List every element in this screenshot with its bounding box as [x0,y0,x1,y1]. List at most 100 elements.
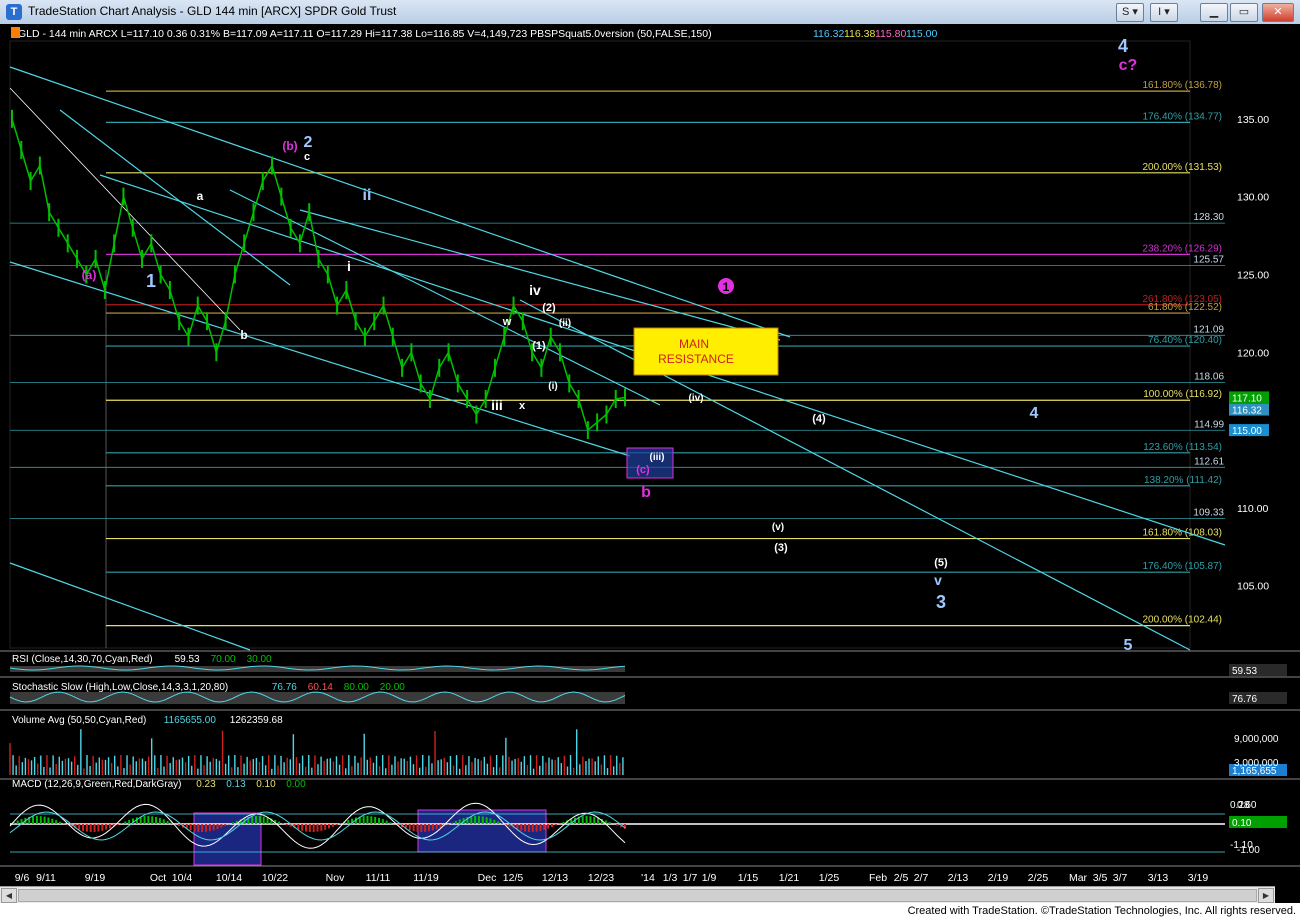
chevron-left-icon: ◀ [5,891,13,900]
wave-label: iv [529,282,541,298]
y-tick-label: 130.00 [1237,192,1269,204]
x-tick-label: 3/13 [1148,872,1169,884]
x-tick-label: Mar [1069,872,1088,884]
y-tick-label: 135.00 [1237,114,1269,126]
x-tick-label: 1/9 [702,872,717,884]
stoch-band [10,692,625,704]
fib-level-label: 76.40% (120.40) [1148,335,1222,346]
wave-label: (c) [636,464,650,476]
header-value: 116.38 [844,28,875,40]
x-tick-label: 1/25 [819,872,840,884]
macd-value: 0.23 [196,779,216,790]
fib-level-label: 61.80% (122.52) [1148,302,1222,313]
x-tick-label: 2/13 [948,872,969,884]
volume-axis-label: 9,000,000 [1234,734,1279,745]
scroll-left-button[interactable]: ◀ [1,888,17,903]
fib-level-label: 161.80% (108.03) [1142,528,1222,539]
footer: Created with TradeStation. ©TradeStation… [0,903,1300,920]
minimize-button[interactable]: ▁ [1200,3,1228,22]
x-tick-label: 12/23 [588,872,614,884]
chart-area[interactable]: 161.80% (136.78) 176.40% (134.77) 200.00% … [0,24,1300,896]
x-tick-label: '14 [641,872,655,884]
scroll-thumb[interactable] [18,889,1257,902]
wave-label: iii [491,397,503,413]
x-tick-label: 12/5 [503,872,524,884]
x-tick-label: 10/14 [216,872,242,884]
horizontal-scrollbar[interactable]: ◀ ▶ [0,886,1275,903]
window-title-bar: T TradeStation Chart Analysis - GLD 144 … [0,0,1300,25]
x-tick-label: 10/22 [262,872,288,884]
x-tick-label: 9/6 [15,872,30,884]
wave-label: c? [1119,57,1138,74]
price-tag-label: 115.00 [1232,426,1262,437]
fib-level-label: 200.00% (131.53) [1142,162,1222,173]
resistance-label-line1: MAIN [679,337,709,351]
level-value-label: 112.61 [1194,456,1224,467]
x-tick-label: 1/15 [738,872,759,884]
x-tick-label: 3/19 [1188,872,1209,884]
x-tick-label: 9/11 [36,872,56,884]
x-tick-label: 1/7 [683,872,698,884]
stoch-title: Stochastic Slow (High,Low,Close,14,3,3,1… [12,682,228,693]
wave-label: (ii) [559,318,571,329]
wave-label: b [240,328,247,342]
wave-label: (b) [282,139,297,153]
fib-level-label: 176.40% (134.77) [1142,111,1222,122]
wave-label: i [347,258,351,274]
wave-label: (iv) [689,393,704,404]
x-tick-label: Oct [150,872,166,884]
window-title: TradeStation Chart Analysis - GLD 144 mi… [28,4,397,18]
maximize-button[interactable]: ▭ [1230,3,1258,22]
macd-axis-label: 0.28 [1230,800,1250,811]
resistance-label-line2: RESISTANCE [658,352,734,366]
close-icon: ✕ [1273,6,1283,18]
symbol-marker-icon [11,27,20,38]
wave-label: (1) [532,340,546,352]
wave-label: b [641,484,651,501]
y-tick-label: 110.00 [1237,503,1268,515]
header-value: 116.32 [813,28,844,40]
x-tick-label: 3/7 [1113,872,1128,884]
x-tick-label: 2/5 [894,872,909,884]
wave-label: w [502,316,512,328]
macd-title: MACD (12,26,9,Green,Red,DarkGray) [12,779,182,790]
stoch-tag-label: 76.76 [1232,694,1257,705]
wave-label: (a) [82,268,97,282]
stoch-value: 20.00 [380,682,405,693]
close-button[interactable]: ✕ [1262,3,1294,22]
price-tag-label: 117.10 [1232,393,1262,404]
wave-label: (iii) [650,452,665,463]
x-tick-label: 2/19 [988,872,1009,884]
fib-level-label: 238.20% (126.29) [1142,243,1222,254]
rsi-value: 70.00 [211,654,236,665]
level-value-label: 114.99 [1194,419,1224,430]
macd-tag-label: 0.10 [1232,818,1252,829]
level-value-label: 125.57 [1193,255,1224,266]
level-value-label: 128.30 [1193,212,1224,223]
fib-level-label: 161.80% (136.78) [1142,80,1222,91]
wave-label: ii [363,187,372,204]
s-menu-button[interactable]: S ▾ [1116,3,1144,22]
fib-level-label: 200.00% (102.44) [1142,615,1222,626]
rsi-tag-label: 59.53 [1232,666,1257,677]
wave-label: (v) [772,522,784,533]
macd-value: 0.10 [256,779,276,790]
volume-value: 1165655.00 [164,715,217,726]
wave-label: c [304,151,310,163]
x-tick-label: 1/3 [663,872,678,884]
i-menu-button[interactable]: I ▾ [1150,3,1178,22]
scroll-right-button[interactable]: ▶ [1258,888,1274,903]
volume-value: 1262359.68 [230,715,283,726]
wave-label: (3) [774,542,788,554]
y-tick-label: 105.00 [1237,581,1269,593]
wave-label: 3 [936,592,946,612]
wave-label: a [197,189,204,203]
wave-label: (2) [542,302,556,314]
x-tick-label: 3/5 [1093,872,1108,884]
x-tick-label: 9/19 [85,872,106,884]
i-button-label: I [1158,6,1162,18]
x-tick-label: 10/4 [172,872,193,884]
copyright-text: Created with TradeStation. ©TradeStation… [907,905,1296,917]
rsi-value: 30.00 [247,654,272,665]
x-tick-label: Nov [326,872,345,884]
